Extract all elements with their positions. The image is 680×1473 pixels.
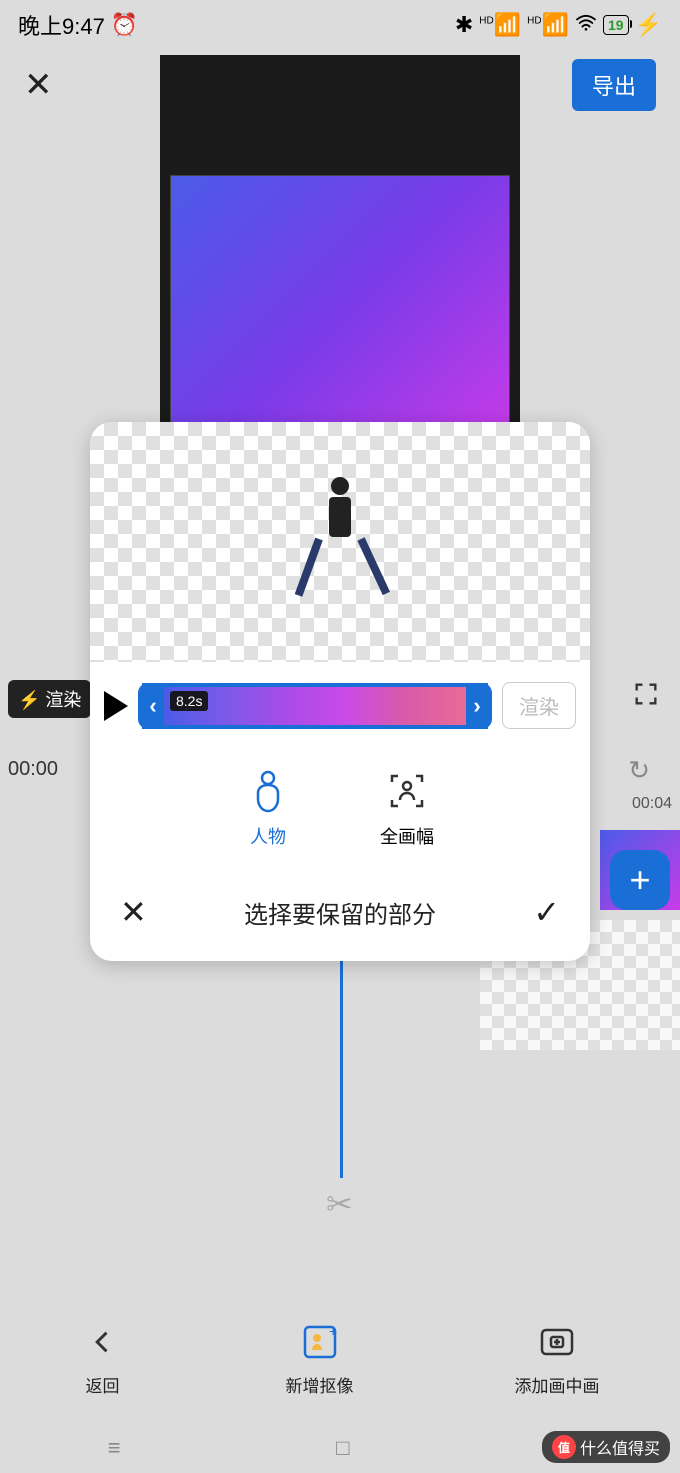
person-cutout	[305, 477, 375, 607]
clip-range[interactable]: ‹ 8.2s ›	[138, 683, 492, 729]
watermark-text: 什么值得买	[580, 1435, 660, 1459]
close-button[interactable]: ✕	[24, 65, 53, 105]
wifi-icon	[575, 12, 597, 38]
dialog-render-button[interactable]: 渲染	[502, 682, 576, 729]
watermark-badge: 值	[552, 1435, 576, 1459]
play-button[interactable]	[104, 691, 128, 721]
bluetooth-icon: ✱	[455, 12, 473, 38]
timeline-time-end: 00:04	[632, 795, 672, 813]
tool-back[interactable]: 返回	[81, 1320, 125, 1397]
option-fullframe[interactable]: 全画幅	[380, 769, 434, 849]
clip-duration: 8.2s	[170, 691, 208, 711]
cutout-dialog: ‹ 8.2s › 渲染 人物 全画幅 ✕ 选择要保留的部分 ✓	[90, 422, 590, 961]
bottom-toolbar: 返回 + 新增抠像 添加画中画	[0, 1303, 680, 1413]
render-badge[interactable]: ⚡ 渲染	[8, 680, 91, 718]
cutout-preview[interactable]	[90, 422, 590, 662]
clip-handle-right[interactable]: ›	[466, 683, 488, 729]
option-person-label: 人物	[250, 823, 286, 849]
option-fullframe-label: 全画幅	[380, 823, 434, 849]
fullscreen-button[interactable]	[632, 680, 660, 715]
clip-handle-left[interactable]: ‹	[142, 683, 164, 729]
tool-cutout[interactable]: + 新增抠像	[286, 1320, 354, 1397]
tool-pip[interactable]: 添加画中画	[515, 1320, 600, 1397]
tool-pip-label: 添加画中画	[515, 1372, 600, 1397]
dialog-confirm-button[interactable]: ✓	[533, 893, 560, 931]
tool-cutout-label: 新增抠像	[286, 1372, 354, 1397]
alarm-icon: ⏰	[111, 12, 138, 38]
cutout-add-icon: +	[298, 1320, 342, 1364]
charging-icon: ⚡	[635, 12, 662, 38]
person-icon	[246, 769, 290, 813]
option-person[interactable]: 人物	[246, 769, 290, 849]
add-clip-button[interactable]: +	[610, 850, 670, 910]
status-time: 晚上9:47	[18, 9, 105, 41]
timeline-time-start: 00:00	[8, 758, 58, 781]
signal-icon: HD📶	[479, 12, 521, 38]
svg-text:+: +	[329, 1323, 337, 1339]
nav-recent-icon[interactable]: ≡	[108, 1435, 121, 1461]
export-button[interactable]: 导出	[572, 59, 656, 111]
dialog-cancel-button[interactable]: ✕	[120, 893, 147, 931]
status-bar: 晚上9:47 ⏰ ✱ HD📶 HD📶 19 ⚡	[0, 0, 680, 50]
signal-icon-2: HD📶	[527, 12, 569, 38]
nav-home-icon[interactable]: □	[336, 1435, 349, 1461]
redo-button[interactable]: ↻	[628, 755, 650, 786]
pip-icon	[535, 1320, 579, 1364]
watermark: 值 什么值得买	[542, 1431, 670, 1463]
scissors-icon[interactable]: ✂	[326, 1185, 353, 1223]
clip-frames[interactable]: 8.2s	[164, 687, 466, 725]
tool-back-label: 返回	[86, 1372, 120, 1397]
dialog-title: 选择要保留的部分	[244, 895, 436, 930]
fullframe-icon	[385, 769, 429, 813]
chevron-left-icon	[81, 1320, 125, 1364]
battery-icon: 19	[603, 15, 629, 35]
